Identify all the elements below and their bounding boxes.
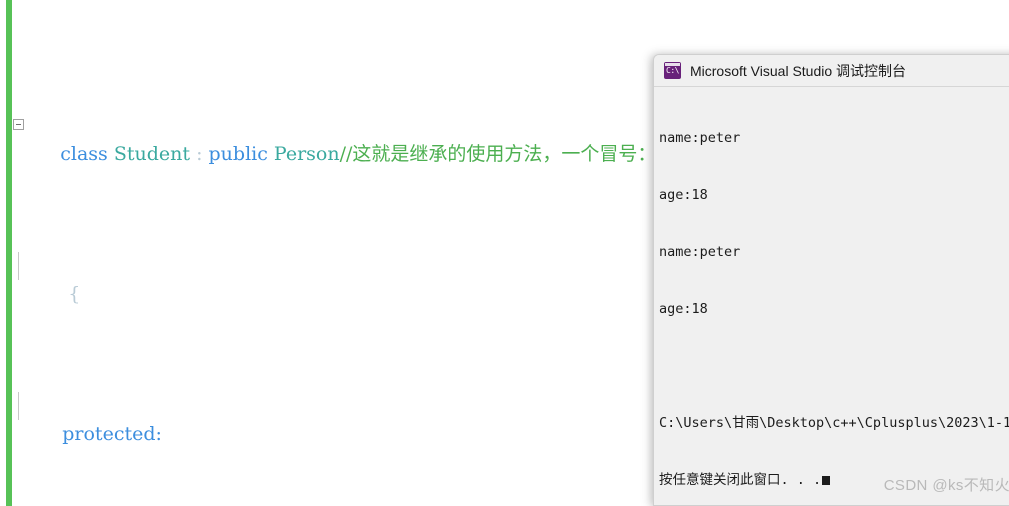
console-icon-glyph: C:\ — [666, 66, 679, 75]
console-line: age:18 — [659, 187, 708, 203]
fold-toggle-icon[interactable] — [13, 119, 24, 130]
console-app-icon: C:\ — [664, 62, 681, 79]
keyword-protected: protected: — [62, 423, 162, 445]
press-key-text: 按任意键关闭此窗口. . . — [659, 472, 822, 488]
keyword-public: public — [208, 143, 268, 165]
console-line: name:peter — [659, 244, 741, 260]
console-line-exit-path: C:\Users\甘雨\Desktop\c++\Cplusplus\2023\1… — [659, 415, 1009, 431]
console-line: age:18 — [659, 301, 708, 317]
console-output-text: name:peter age:18 name:peter age:18 C:\U… — [654, 87, 1009, 505]
console-output-area[interactable]: name:peter age:18 name:peter age:18 C:\U… — [654, 86, 1009, 505]
brace-open: { — [68, 283, 81, 305]
structure-guide — [18, 252, 19, 280]
console-titlebar[interactable]: C:\ Microsoft Visual Studio 调试控制台 — [654, 55, 1009, 86]
structure-guide — [18, 392, 19, 420]
type-person: Person — [273, 143, 340, 165]
keyword-class: class — [60, 143, 108, 165]
debug-console-window[interactable]: C:\ Microsoft Visual Studio 调试控制台 name:p… — [653, 54, 1009, 506]
console-cursor — [822, 476, 831, 485]
type-student: Student — [113, 143, 191, 165]
console-window-title: Microsoft Visual Studio 调试控制台 — [690, 62, 907, 79]
console-line: name:peter — [659, 130, 741, 146]
csdn-watermark: CSDN @ks不知火 — [883, 477, 1009, 494]
